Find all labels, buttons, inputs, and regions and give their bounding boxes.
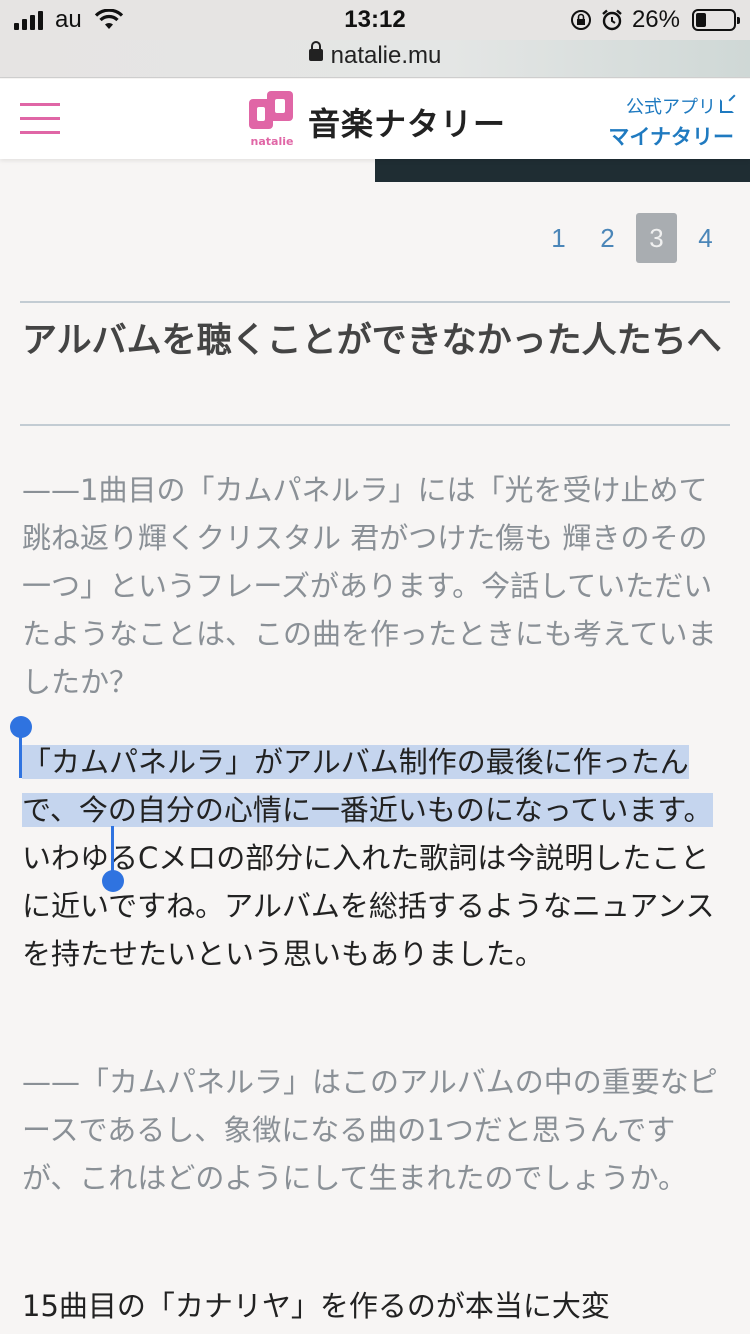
natalie-logo[interactable]: natalie	[247, 89, 297, 148]
my-natalie-link[interactable]: マイナタリー	[608, 121, 734, 151]
article-image	[375, 159, 750, 182]
interview-answer: 15曲目の「カナリヤ」を作るのが本当に大変	[22, 1289, 610, 1323]
url-display[interactable]: natalie.mu	[0, 40, 750, 70]
official-app-label: 公式アプリ	[626, 97, 716, 118]
natalie-logo-icon	[249, 91, 293, 129]
selection-start-caret	[19, 736, 22, 778]
selected-text[interactable]: 「カムパネルラ」がアルバム制作の最後に作ったんで、今の自分の心情に一番近いものに…	[22, 745, 713, 827]
selection-end-handle[interactable]	[102, 870, 124, 892]
heading-rule-top	[20, 301, 730, 303]
page-link-2[interactable]: 2	[583, 213, 632, 263]
page-link-4[interactable]: 4	[681, 213, 730, 263]
external-link-icon	[720, 99, 734, 113]
site-header: natalie 音楽ナタリー 公式アプリ マイナタリー	[0, 79, 750, 159]
orientation-lock-icon	[570, 10, 591, 30]
answer-text: いわゆるCメロの部分に入れた歌詞は今説明したことに近いですね。アルバムを総括する…	[22, 841, 715, 971]
app-links[interactable]: 公式アプリ マイナタリー	[608, 93, 734, 151]
status-bar: au 13:12 26%	[0, 0, 750, 40]
heading-rule-bottom	[20, 424, 730, 426]
url-text: natalie.mu	[330, 42, 442, 69]
pagination: 1 2 3 4	[534, 213, 730, 263]
logo-small-text: natalie	[250, 135, 294, 148]
menu-icon[interactable]	[20, 103, 60, 135]
official-app-link[interactable]: 公式アプリ	[608, 93, 734, 119]
status-right: 26%	[570, 6, 740, 34]
alarm-icon	[602, 9, 622, 31]
section-heading: アルバムを聴くことができなかった人たちへ	[22, 321, 722, 361]
selection-start-handle[interactable]	[10, 716, 32, 738]
site-title[interactable]: 音楽ナタリー	[308, 99, 506, 145]
selection-end-caret	[111, 826, 114, 872]
page-link-3-current[interactable]: 3	[636, 213, 677, 263]
battery-percent: 26%	[631, 6, 680, 33]
battery-icon	[692, 9, 740, 31]
lock-icon	[308, 40, 323, 61]
interview-answer: 「カムパネルラ」がアルバム制作の最後に作ったんで、今の自分の心情に一番近いものに…	[22, 738, 730, 978]
interview-question: ——1曲目の「カムパネルラ」には「光を受け止めて 跳ね返り輝くクリスタル 君がつ…	[22, 473, 717, 699]
browser-url-bar[interactable]: natalie.mu	[0, 40, 750, 78]
page-link-1[interactable]: 1	[534, 213, 583, 263]
interview-question: ——「カムパネルラ」はこのアルバムの中の重要なピースであるし、象徴になる曲の1つ…	[22, 1065, 718, 1195]
